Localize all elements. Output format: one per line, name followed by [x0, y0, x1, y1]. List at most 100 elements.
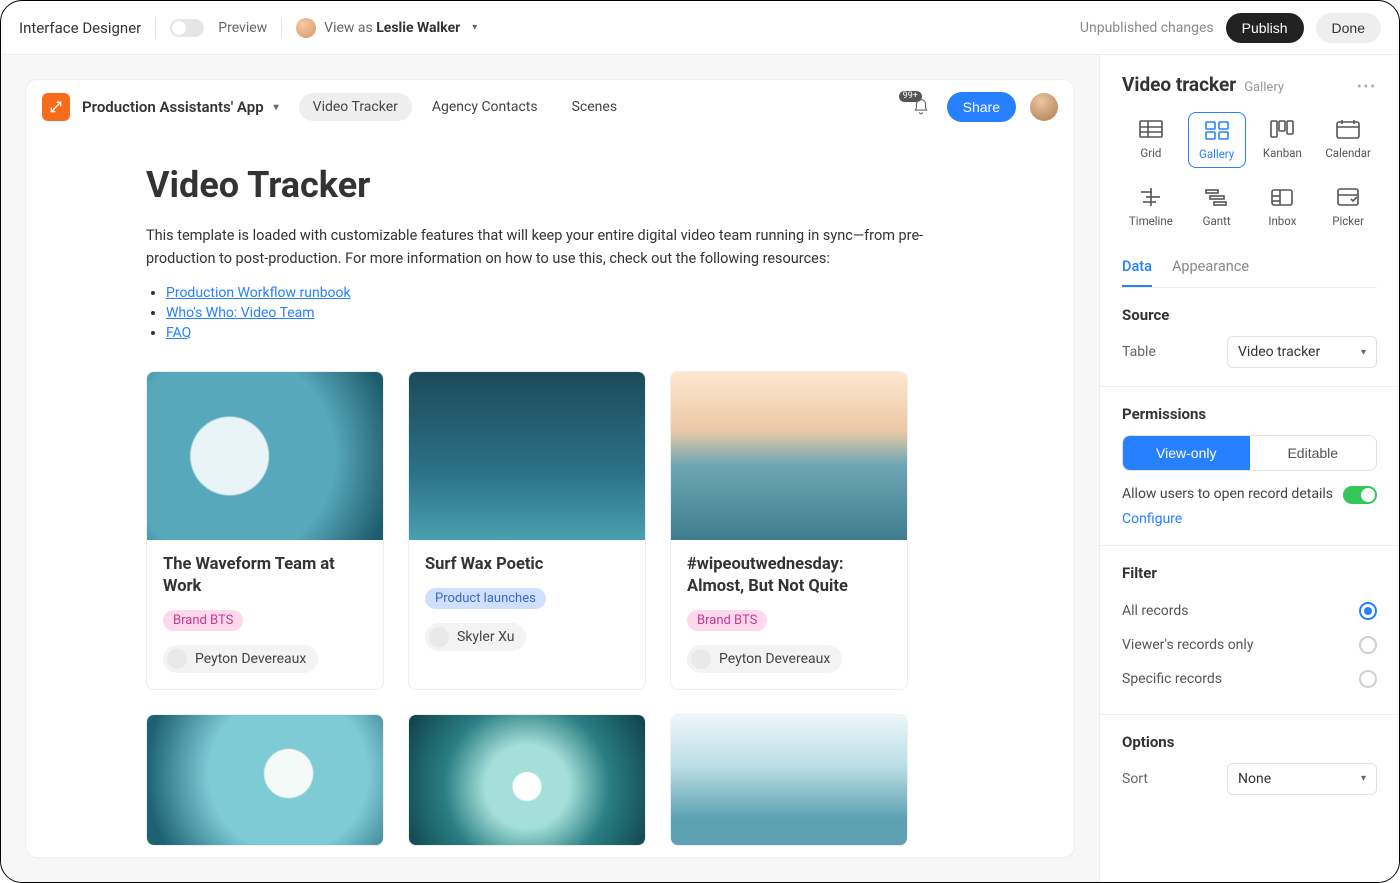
- card-tag: Brand BTS: [687, 610, 767, 631]
- view-option-grid[interactable]: Grid: [1122, 112, 1180, 168]
- configure-link[interactable]: Configure: [1122, 511, 1182, 527]
- card-tag: Brand BTS: [163, 610, 243, 631]
- view-option-inbox[interactable]: Inbox: [1254, 180, 1312, 234]
- more-menu-icon[interactable]: •••: [1357, 79, 1377, 95]
- done-button[interactable]: Done: [1316, 13, 1381, 43]
- gallery-card[interactable]: [408, 714, 646, 846]
- inspector-title: Video tracker: [1122, 73, 1236, 96]
- card-thumbnail: [671, 715, 907, 845]
- permission-viewonly[interactable]: View-only: [1123, 436, 1250, 470]
- inbox-icon: [1269, 186, 1295, 208]
- gallery: The Waveform Team at Work Brand BTS Peyton…: [146, 371, 954, 847]
- permissions-heading: Permissions: [1122, 405, 1377, 423]
- avatar-icon: [691, 649, 711, 669]
- card-title: The Waveform Team at Work: [163, 554, 367, 599]
- card-title: #wipeoutwednesday: Almost, But Not Quite: [687, 554, 891, 599]
- gallery-card[interactable]: #wipeoutwednesday: Almost, But Not Quite…: [670, 371, 908, 691]
- viewas-text: View as Leslie Walker: [324, 20, 460, 36]
- page-title: Video Tracker: [146, 164, 954, 206]
- gallery-card[interactable]: [670, 714, 908, 846]
- preview-label: Preview: [218, 20, 267, 36]
- timeline-icon: [1138, 186, 1164, 208]
- preview-toggle[interactable]: [170, 19, 204, 37]
- view-type-grid: GridGalleryKanbanCalendar TimelineGanttIn…: [1122, 112, 1377, 234]
- resource-links: Production Workflow runbook Who's Who: Vi…: [146, 285, 954, 341]
- source-table-select[interactable]: Video tracker ▾: [1227, 336, 1377, 368]
- resource-link[interactable]: FAQ: [166, 325, 191, 341]
- avatar-icon: [167, 649, 187, 669]
- card-thumbnail: [147, 372, 383, 540]
- view-as-menu[interactable]: View as Leslie Walker ▾: [296, 18, 477, 38]
- card-assignee: Peyton Devereaux: [687, 645, 842, 673]
- card-body: The Waveform Team at Work Brand BTS Peyton…: [147, 540, 383, 690]
- body: Production Assistants' App ▾ Video Track…: [1, 55, 1399, 882]
- gantt-icon: [1204, 186, 1230, 208]
- inspector-tabs: Data Appearance: [1122, 252, 1377, 288]
- view-option-gallery[interactable]: Gallery: [1188, 112, 1246, 168]
- chevron-down-icon: ▾: [1361, 347, 1366, 358]
- app-tabs: Video TrackerAgency ContactsScenes: [299, 93, 631, 121]
- page-content: Video Tracker This template is loaded wi…: [26, 134, 1074, 857]
- app-surface: Production Assistants' App ▾ Video Track…: [25, 79, 1075, 858]
- page-description: This template is loaded with customizabl…: [146, 224, 926, 270]
- gallery-card[interactable]: Surf Wax Poetic Product launches Skyler Xu: [408, 371, 646, 691]
- app-title-menu[interactable]: Production Assistants' App ▾: [82, 98, 279, 116]
- card-assignee: Peyton Devereaux: [163, 645, 318, 673]
- user-avatar[interactable]: [1030, 93, 1058, 121]
- gallery-card[interactable]: [146, 714, 384, 846]
- card-thumbnail: [671, 372, 907, 540]
- inspector-panel: Video tracker Gallery ••• GridGalleryKan…: [1099, 55, 1399, 882]
- resource-link[interactable]: Who's Who: Video Team: [166, 305, 315, 321]
- app-window: Interface Designer Preview View as Lesli…: [0, 0, 1400, 883]
- app-tab-scenes[interactable]: Scenes: [558, 93, 631, 121]
- sort-select[interactable]: None ▾: [1227, 763, 1377, 795]
- permissions-segment: View-only Editable: [1122, 435, 1377, 471]
- radio-icon: [1359, 636, 1377, 654]
- permission-editable[interactable]: Editable: [1250, 436, 1377, 470]
- allow-open-label: Allow users to open record details: [1122, 485, 1333, 505]
- allow-open-toggle[interactable]: [1343, 486, 1377, 504]
- picker-icon: [1335, 186, 1361, 208]
- card-assignee: Skyler Xu: [425, 623, 526, 651]
- source-heading: Source: [1122, 306, 1377, 324]
- share-button[interactable]: Share: [947, 92, 1016, 122]
- view-option-picker[interactable]: Picker: [1319, 180, 1377, 234]
- card-thumbnail: [409, 715, 645, 845]
- app-icon: [42, 93, 70, 121]
- publish-button[interactable]: Publish: [1226, 13, 1304, 43]
- calendar-icon: [1335, 118, 1361, 140]
- brand-label: Interface Designer: [19, 19, 141, 37]
- source-label: Table: [1122, 344, 1156, 360]
- view-option-kanban[interactable]: Kanban: [1254, 112, 1312, 168]
- card-tag: Product launches: [425, 588, 546, 609]
- main-pane: Production Assistants' App ▾ Video Track…: [1, 55, 1099, 882]
- filter-heading: Filter: [1122, 564, 1377, 582]
- filter-option[interactable]: Viewer's records only: [1122, 628, 1377, 662]
- app-tab-video-tracker[interactable]: Video Tracker: [299, 93, 412, 121]
- card-body: #wipeoutwednesday: Almost, But Not Quite…: [671, 540, 907, 690]
- inspector-tab-data[interactable]: Data: [1122, 252, 1152, 287]
- card-title: Surf Wax Poetic: [425, 554, 629, 576]
- filter-option[interactable]: Specific records: [1122, 662, 1377, 696]
- card-body: Surf Wax Poetic Product launches Skyler Xu: [409, 540, 645, 667]
- divider: [155, 17, 156, 39]
- avatar-icon: [296, 18, 316, 38]
- resource-link[interactable]: Production Workflow runbook: [166, 285, 351, 301]
- notifications-button[interactable]: 99+: [909, 95, 933, 119]
- divider: [281, 17, 282, 39]
- chevron-down-icon: ▾: [274, 102, 279, 113]
- options-heading: Options: [1122, 733, 1377, 751]
- app-tab-agency-contacts[interactable]: Agency Contacts: [418, 93, 552, 121]
- view-option-calendar[interactable]: Calendar: [1319, 112, 1377, 168]
- filter-option[interactable]: All records: [1122, 594, 1377, 628]
- avatar-icon: [429, 627, 449, 647]
- chevron-down-icon: ▾: [1361, 773, 1366, 784]
- view-option-timeline[interactable]: Timeline: [1122, 180, 1180, 234]
- card-thumbnail: [409, 372, 645, 540]
- filter-options: All recordsViewer's records onlySpecific…: [1122, 594, 1377, 696]
- unpublished-label: Unpublished changes: [1080, 20, 1214, 36]
- sort-label: Sort: [1122, 771, 1148, 787]
- inspector-tab-appearance[interactable]: Appearance: [1172, 252, 1249, 287]
- gallery-card[interactable]: The Waveform Team at Work Brand BTS Peyton…: [146, 371, 384, 691]
- view-option-gantt[interactable]: Gantt: [1188, 180, 1246, 234]
